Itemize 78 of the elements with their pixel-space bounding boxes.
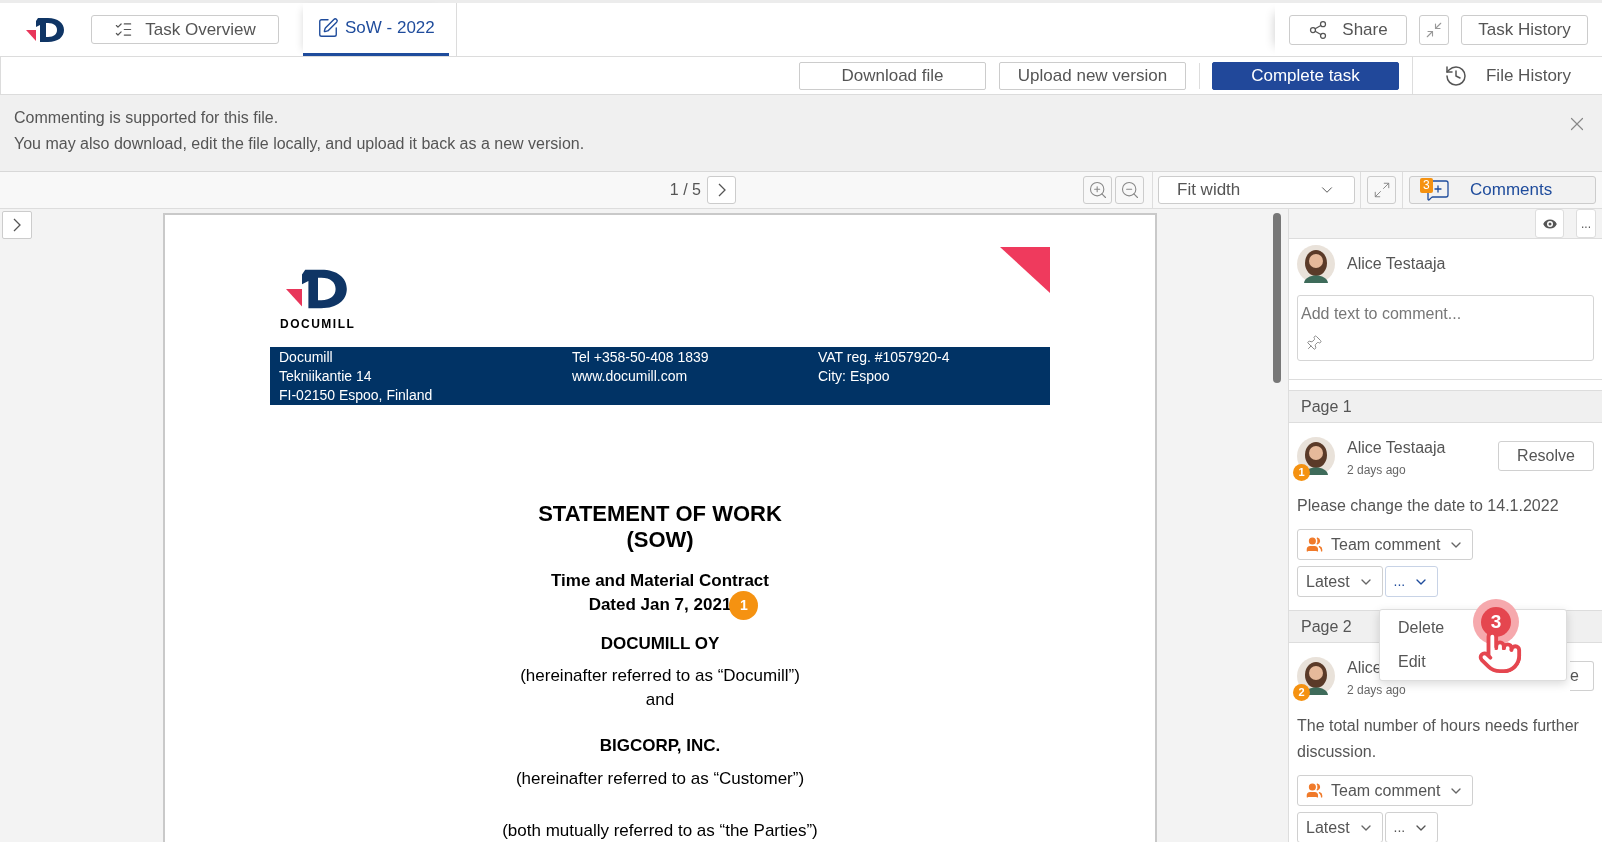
expand-icon <box>1372 181 1391 199</box>
action-button[interactable]: Download file <box>799 61 986 90</box>
author-name: Alice Testaaja <box>1347 254 1446 274</box>
zoom-out-icon <box>1119 180 1140 200</box>
people-icon <box>1306 536 1323 553</box>
chevron-right-icon <box>13 218 21 232</box>
version-select[interactable]: Latest <box>1297 566 1383 597</box>
comment-input[interactable]: Add text to comment... <box>1297 295 1594 361</box>
tab[interactable]: SoW - 2022 <box>303 3 449 56</box>
history-icon <box>1444 63 1468 88</box>
tab[interactable]: Task Overview <box>91 15 279 44</box>
chevron-right-icon <box>717 183 726 197</box>
fullscreen-button[interactable] <box>1367 176 1396 204</box>
zoom-in-icon <box>1087 180 1108 200</box>
document-text: Dated Jan 7, 2021 <box>588 595 732 614</box>
next-page-button[interactable] <box>707 176 736 204</box>
zoom-select[interactable]: Fit width <box>1158 176 1355 204</box>
author-name: Alice Testaaja <box>1347 438 1446 458</box>
more-select[interactable]: ... <box>1384 812 1439 842</box>
page-header: Page 1 <box>1289 390 1602 423</box>
avatar <box>1297 657 1335 695</box>
marker-badge: 1 <box>729 591 759 620</box>
visibility-button[interactable] <box>1535 209 1564 238</box>
marker-badge: 1 <box>1293 464 1310 481</box>
marker-badge: 2 <box>1293 684 1310 701</box>
document-text: Time and Material Contract <box>551 571 769 590</box>
action-button[interactable]: Upload new version <box>999 61 1186 90</box>
version-select[interactable]: Latest <box>1297 812 1383 842</box>
document-title: (SOW) <box>626 527 694 553</box>
avatar <box>1297 437 1335 475</box>
comment-time: 2 days ago <box>1347 682 1406 699</box>
document-text: DOCUMILL OY <box>600 634 720 653</box>
placeholder-text: Add text to comment... <box>1301 304 1463 324</box>
document-text: (hereinafter referred to as “Customer”) <box>515 769 805 788</box>
resolve-button[interactable]: e <box>1570 661 1594 691</box>
comments-button[interactable]: 3 Comments <box>1409 176 1596 204</box>
expand-sidebar-button[interactable] <box>2 211 32 239</box>
banner-text: Commenting is supported for this file. <box>14 108 280 128</box>
letterhead-text: Tekniikantie 14 <box>279 367 373 386</box>
corner-triangle-icon <box>1000 247 1050 293</box>
edit-icon <box>317 17 339 39</box>
logo-text: DOCUMILL <box>280 316 356 333</box>
avatar <box>1297 245 1335 283</box>
letterhead-text: FI-02150 Espoo, Finland <box>279 386 434 405</box>
share-icon <box>1308 19 1329 40</box>
document-text: and <box>645 690 675 709</box>
letterhead-text: www.documill.com <box>572 367 689 386</box>
people-icon <box>1306 782 1323 799</box>
collapse-button[interactable] <box>1419 14 1449 45</box>
more-select[interactable]: ... <box>1384 566 1439 597</box>
letterhead-text: Tel +358-50-408 1839 <box>572 348 710 367</box>
banner-text: You may also download, edit the file locally, and upload it back as a new version. <box>14 134 586 154</box>
task-history-button[interactable]: Task History <box>1461 14 1588 45</box>
letterhead-text: City: Espoo <box>818 367 891 386</box>
menu-item[interactable]: Delete <box>1380 611 1463 645</box>
share-button[interactable]: Share <box>1289 14 1407 45</box>
complete-task-button[interactable]: Complete task <box>1212 61 1399 90</box>
visibility-select[interactable]: Team comment <box>1297 775 1474 806</box>
letterhead-text: Documill <box>279 348 334 367</box>
zoom-out-button[interactable] <box>1115 176 1144 204</box>
count-badge: 3 <box>1420 178 1433 193</box>
letterhead-text: VAT reg. #1057920-4 <box>818 348 950 367</box>
document-text: (both mutually referred to as “the Parties”) <box>502 821 818 840</box>
document-text: BIGCORP, INC. <box>599 736 721 755</box>
page-indicator: 1 / 5 <box>669 180 701 200</box>
file-history-button[interactable]: File History <box>1412 57 1602 94</box>
zoom-in-button[interactable] <box>1083 176 1112 204</box>
document-title: STATEMENT OF WORK <box>538 501 782 527</box>
more-button[interactable]: ... <box>1576 209 1596 238</box>
menu-item[interactable]: Edit <box>1380 645 1444 679</box>
checklist-icon <box>114 20 134 39</box>
comment-time: 2 days ago <box>1347 462 1406 479</box>
comment-text: Please change the date to 14.1.2022 <box>1297 496 1560 516</box>
collapse-icon <box>1425 20 1443 39</box>
resolve-button[interactable]: Resolve <box>1498 441 1594 471</box>
visibility-select[interactable]: Team comment <box>1297 529 1474 560</box>
comment-text: The total number of hours needs further discussion. <box>1297 716 1580 762</box>
document-text: (hereinafter referred to as “Documill”) <box>520 666 800 685</box>
